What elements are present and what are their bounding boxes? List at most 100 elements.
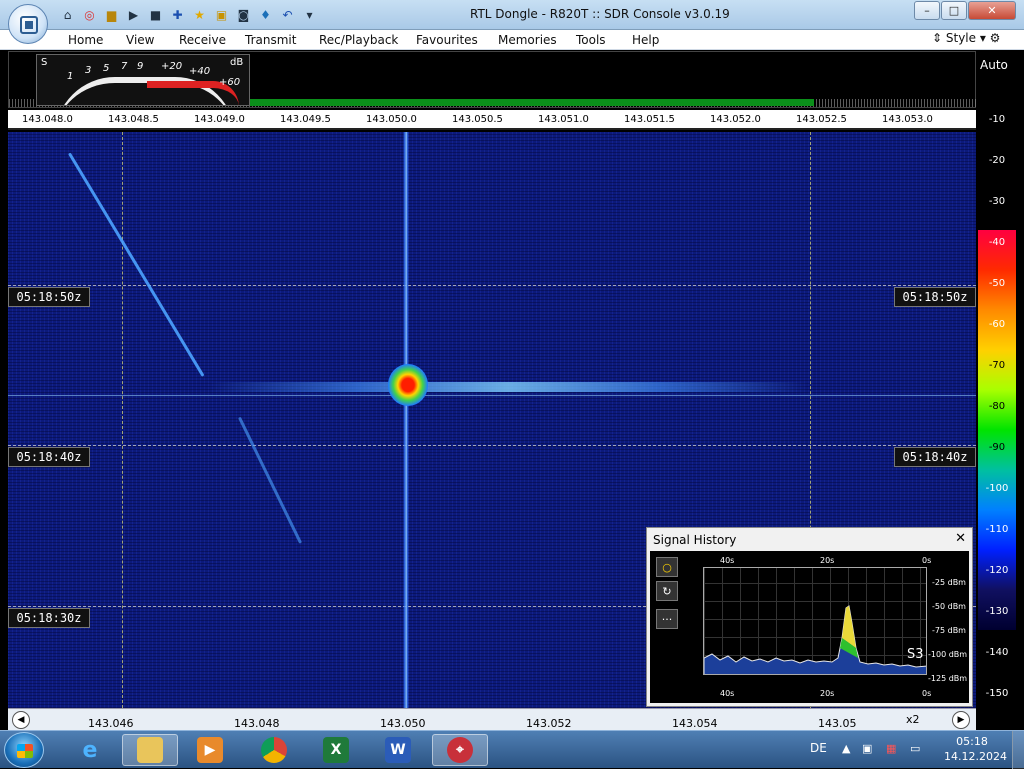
clock-date: 14.12.2024	[944, 750, 1007, 763]
db-label: -10	[988, 114, 1006, 125]
auto-scale-button[interactable]: Auto	[980, 58, 1008, 72]
signal-history-title: Signal History	[653, 533, 737, 547]
db-label: -60	[988, 319, 1006, 330]
taskbar-word[interactable]: W	[370, 734, 426, 766]
dropdown-icon[interactable]: ▾	[300, 6, 319, 24]
tray-security-icon[interactable]: ▣	[862, 742, 878, 756]
freq-tick: 143.048.5	[108, 114, 159, 125]
signal-history-graph	[704, 605, 926, 674]
scroll-right-button[interactable]: ▶	[952, 711, 970, 729]
overview-tick: 143.050	[380, 717, 426, 730]
app-menu-button[interactable]	[8, 4, 48, 44]
overview-tick: 143.052	[526, 717, 572, 730]
taskbar-internet-explorer[interactable]: e	[62, 734, 118, 766]
lock-icon[interactable]: ▣	[212, 6, 231, 24]
timestamp-right: 05:18:50z	[894, 287, 976, 307]
overview-tick: 143.05	[818, 717, 857, 730]
stop-icon[interactable]: ■	[146, 6, 165, 24]
sdr-console-icon: ⌖	[447, 737, 473, 763]
signal-history-area	[704, 605, 926, 674]
chrome-icon	[261, 737, 287, 763]
add-icon[interactable]: ✚	[168, 6, 187, 24]
passband-indicator	[249, 99, 814, 106]
db-label: -140	[985, 647, 1009, 658]
tray-network-icon[interactable]: ▦	[886, 742, 902, 756]
s-meter-tick: 9	[137, 61, 144, 72]
db-label: -100	[985, 483, 1009, 494]
tab-receive[interactable]: Receive	[179, 33, 226, 47]
language-indicator[interactable]: DE	[810, 741, 827, 755]
tab-home[interactable]: Home	[68, 33, 103, 47]
taskbar-sdr-console[interactable]: ⌖	[432, 734, 488, 766]
grid-line	[122, 132, 123, 708]
signal-burst	[388, 364, 428, 406]
signal-history-close-button[interactable]: ✕	[955, 531, 966, 546]
undo-icon[interactable]: ↶	[278, 6, 297, 24]
home-icon[interactable]: ⌂	[58, 6, 77, 24]
s-meter-tick: 7	[121, 61, 128, 72]
s-meter-tick: +20	[161, 61, 183, 72]
s-unit-reading: S3	[907, 647, 924, 662]
db-label: -30	[988, 196, 1006, 207]
drop-icon[interactable]: ♦	[256, 6, 275, 24]
s-meter-tick: 3	[85, 65, 92, 76]
dbm-label: -25 dBm	[932, 578, 966, 587]
time-label-top: 0s	[922, 556, 932, 565]
freq-tick: 143.049.5	[280, 114, 331, 125]
tray-expand-icon[interactable]: ▲	[842, 742, 858, 756]
doppler-trace	[68, 152, 205, 377]
system-clock[interactable]: 05:18 14.12.2024	[944, 734, 1007, 764]
clock-time: 05:18	[956, 735, 988, 748]
tab-favourites[interactable]: Favourites	[416, 33, 478, 47]
tab-tools[interactable]: Tools	[576, 33, 606, 47]
freq-tick: 143.051.5	[624, 114, 675, 125]
tab-rec-playback[interactable]: Rec/Playback	[319, 33, 398, 47]
style-menu[interactable]: ⇕ Style ▾ ⚙	[932, 31, 1000, 45]
taskbar-media-player[interactable]: ▶	[182, 734, 238, 766]
folder-icon[interactable]: ▆	[102, 6, 121, 24]
grid-line	[8, 285, 976, 286]
more-button[interactable]: ···	[656, 609, 678, 629]
record-button[interactable]: ○	[656, 557, 678, 577]
play-icon[interactable]: ▶	[124, 6, 143, 24]
close-button[interactable]: ✕	[968, 1, 1016, 20]
db-label: -20	[988, 155, 1006, 166]
time-label-bottom: 0s	[922, 689, 932, 698]
show-desktop-button[interactable]	[1012, 731, 1024, 769]
start-button[interactable]	[4, 732, 44, 768]
scroll-left-button[interactable]: ◀	[12, 711, 30, 729]
maximize-button[interactable]: □	[941, 1, 967, 20]
tab-memories[interactable]: Memories	[498, 33, 557, 47]
freq-tick: 143.050.5	[452, 114, 503, 125]
tab-view[interactable]: View	[126, 33, 154, 47]
minimize-button[interactable]: –	[914, 1, 940, 20]
reset-button[interactable]: ↻	[656, 581, 678, 601]
db-label: -40	[988, 237, 1006, 248]
tab-transmit[interactable]: Transmit	[245, 33, 296, 47]
dbm-label: -100 dBm	[928, 650, 968, 659]
signal-history-panel: Signal History ✕ ○ ↻ ··· 40s 20s 0s -25 …	[646, 527, 973, 707]
taskbar-excel[interactable]: X	[308, 734, 364, 766]
freq-tick: 143.053.0	[882, 114, 933, 125]
time-label-bottom: 20s	[820, 689, 835, 698]
tab-help[interactable]: Help	[632, 33, 659, 47]
star-icon[interactable]: ★	[190, 6, 209, 24]
freq-tick: 143.048.0	[22, 114, 73, 125]
lifebuoy-icon[interactable]: ◎	[80, 6, 99, 24]
frequency-scale[interactable]: 143.048.0 143.048.5 143.049.0 143.049.5 …	[8, 110, 976, 130]
db-color-scale[interactable]: -10 -20 -30 -40 -50 -60 -70 -80 -90 -100…	[978, 80, 1016, 708]
tray-display-icon[interactable]: ▭	[910, 742, 926, 756]
camera-icon[interactable]: ◙	[234, 6, 253, 24]
spectrum-display[interactable]: S dB 1 3 5 7 9 +20 +40 +60	[8, 51, 977, 108]
media-player-icon: ▶	[197, 737, 223, 763]
window-title: RTL Dongle - R820T :: SDR Console v3.0.1…	[470, 7, 730, 21]
taskbar-chrome[interactable]	[246, 734, 302, 766]
taskbar-file-explorer[interactable]	[122, 734, 178, 766]
time-label-top: 20s	[820, 556, 835, 565]
time-label-bottom: 40s	[720, 689, 735, 698]
signal-history-body: ○ ↻ ··· 40s 20s 0s -25 dBm -50 dBm -75 d…	[650, 551, 969, 703]
s-meter-tick: 1	[67, 71, 74, 82]
frequency-overview-bar[interactable]: ◀ 143.046 143.048 143.050 143.052 143.05…	[8, 708, 976, 730]
zoom-level[interactable]: x2	[906, 713, 920, 726]
db-label: -80	[988, 401, 1006, 412]
